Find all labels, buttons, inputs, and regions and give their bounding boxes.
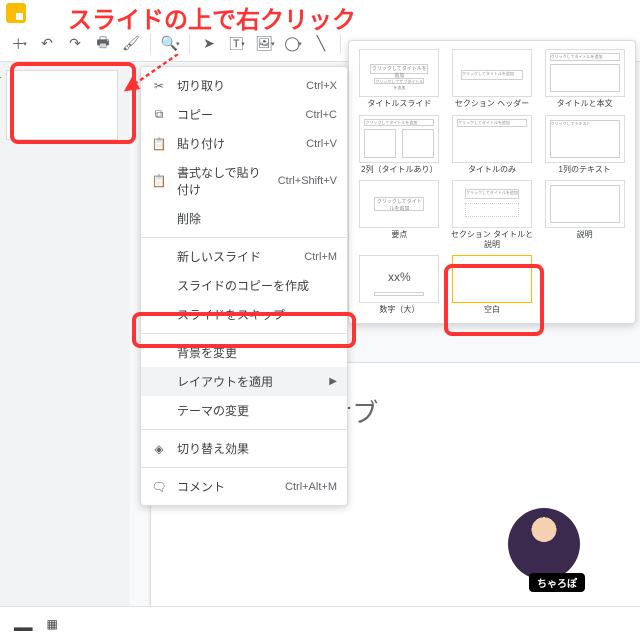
transition-icon: ◈ <box>151 442 167 456</box>
bottom-bar: ▂▂ ▦ <box>0 606 640 640</box>
layout-title-body[interactable]: クリックしてタイトルを追加 タイトルと本文 <box>542 49 627 109</box>
layout-blank[interactable]: 空白 <box>450 255 535 315</box>
layout-title-only[interactable]: クリックしてタイトルを追加 タイトルのみ <box>450 115 535 175</box>
shape-tool[interactable]: ◯▾ <box>280 31 306 57</box>
line-tool[interactable]: ╲ <box>308 31 334 57</box>
menu-apply-layout[interactable]: レイアウトを適用▶ <box>141 367 347 396</box>
menu-delete[interactable]: 削除 <box>141 204 347 233</box>
avatar <box>508 508 580 580</box>
menu-paste[interactable]: 📋貼り付けCtrl+V <box>141 129 347 158</box>
menu-duplicate-slide[interactable]: スライドのコピーを作成 <box>141 271 347 300</box>
menu-copy[interactable]: ⧉コピーCtrl+C <box>141 100 347 129</box>
print-button[interactable]: 🖶 <box>90 31 116 57</box>
menu-change-background[interactable]: 背景を変更 <box>141 338 347 367</box>
layout-caption[interactable]: 説明 <box>542 180 627 249</box>
layout-two-columns[interactable]: クリックしてタイトルを追加 2列（タイトルあり） <box>357 115 442 175</box>
paint-format-button[interactable]: 🖌 <box>118 31 144 57</box>
slide-panel[interactable]: 1 <box>0 62 130 606</box>
submenu-arrow-icon: ▶ <box>329 376 337 387</box>
layout-main-point[interactable]: クリックしてタイトルを追加 要点 <box>357 180 442 249</box>
layout-section-title-desc[interactable]: クリックしてタイトルを追加 セクション タイトルと説明 <box>450 180 535 249</box>
cut-icon: ✂ <box>151 79 167 93</box>
paste-plain-icon: 📋 <box>151 174 167 188</box>
textbox-tool[interactable]: 🅃▾ <box>224 31 250 57</box>
undo-button[interactable]: ↶ <box>34 31 60 57</box>
menu-change-theme[interactable]: テーマの変更 <box>141 396 347 425</box>
layout-gallery: クリックしてタイトルを追加クリックしてサブタイトルを追加 タイトルスライド クリ… <box>348 40 636 324</box>
avatar-name: ちゃろぽ <box>529 573 585 592</box>
copy-icon: ⧉ <box>151 107 167 122</box>
layout-big-number[interactable]: xx% 数字（大） <box>357 255 442 315</box>
comment-icon: 🗨 <box>151 480 167 494</box>
slide-thumbnail-1[interactable] <box>6 70 118 140</box>
paste-icon: 📋 <box>151 137 167 151</box>
menu-cut[interactable]: ✂切り取りCtrl+X <box>141 71 347 100</box>
app-logo-icon <box>6 3 26 23</box>
menu-skip-slide[interactable]: スライドをスキップ <box>141 300 347 329</box>
filmstrip-view-icon[interactable]: ▂▂ <box>14 617 32 631</box>
layout-one-column[interactable]: クリックしてテキスト 1列のテキスト <box>542 115 627 175</box>
menu-comment[interactable]: 🗨コメントCtrl+Alt+M <box>141 472 347 501</box>
select-tool[interactable]: ➤ <box>196 31 222 57</box>
image-tool[interactable]: 🖼▾ <box>252 31 278 57</box>
zoom-button[interactable]: 🔍▾ <box>157 31 183 57</box>
layout-title-slide[interactable]: クリックしてタイトルを追加クリックしてサブタイトルを追加 タイトルスライド <box>357 49 442 109</box>
new-slide-button[interactable]: ＋▾ <box>6 31 32 57</box>
menu-paste-plain[interactable]: 📋書式なしで貼り付けCtrl+Shift+V <box>141 158 347 204</box>
grid-view-icon[interactable]: ▦ <box>46 617 57 631</box>
menu-transition[interactable]: ◈切り替え効果 <box>141 434 347 463</box>
redo-button[interactable]: ↷ <box>62 31 88 57</box>
context-menu: ✂切り取りCtrl+X ⧉コピーCtrl+C 📋貼り付けCtrl+V 📋書式なし… <box>140 66 348 506</box>
menu-new-slide[interactable]: 新しいスライドCtrl+M <box>141 242 347 271</box>
layout-section-header[interactable]: クリックしてタイトルを追加 セクション ヘッダー <box>450 49 535 109</box>
slide-number: 1 <box>0 70 2 81</box>
